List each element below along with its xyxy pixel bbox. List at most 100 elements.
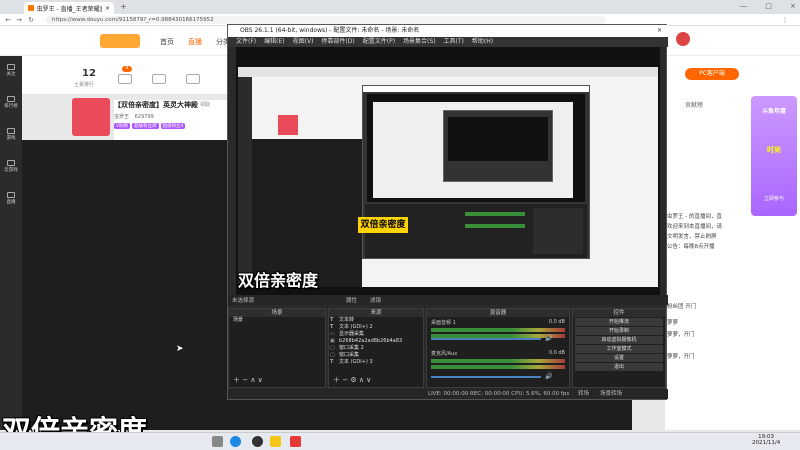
properties-button[interactable]: 属性	[346, 296, 357, 304]
forward-icon[interactable]: →	[14, 16, 24, 24]
nested-sidebar	[238, 77, 252, 287]
start-recording-button[interactable]: 开始录制	[575, 327, 663, 335]
mixer-channel-db: 0.0 dB	[548, 350, 565, 356]
virtual-camera-button[interactable]: 启动虚拟摄像机	[575, 336, 663, 344]
new-tab-button[interactable]: +	[120, 2, 127, 11]
edge-icon[interactable]	[230, 436, 241, 447]
audio-meter	[431, 359, 565, 363]
transition-value[interactable]: 场景转场	[600, 389, 622, 399]
close-window-icon[interactable]: ×	[790, 2, 796, 10]
tv-icon	[7, 192, 15, 198]
obs-menu-help[interactable]: 帮助(H)	[472, 38, 493, 45]
folder-icon[interactable]	[270, 436, 281, 447]
obs-menu-file[interactable]: 文件(F)	[236, 38, 256, 45]
volume-slider[interactable]	[431, 338, 541, 340]
level-badge: 4	[122, 66, 132, 72]
minimize-icon[interactable]: —	[740, 2, 747, 10]
left-sidebar: 关注 排行榜 游戏 云游戏 直播	[0, 56, 22, 430]
mouse-cursor-icon: ➤	[176, 344, 184, 354]
source-row[interactable]: ▭ 显示器采集	[329, 331, 423, 338]
task-view-icon[interactable]	[212, 436, 223, 447]
mixer-channel-name: 麦克风/Aux	[431, 351, 458, 357]
obs-menu-docks[interactable]: 停靠部件(D)	[321, 38, 354, 45]
source-row[interactable]: T 文本转	[329, 317, 423, 324]
scene-item[interactable]: 场景	[229, 317, 325, 324]
mixer-dock-header: 混音器	[427, 309, 569, 317]
sidebar-item-games[interactable]: 游戏	[0, 128, 22, 141]
fan-badge-2: 超级粉丝4	[160, 123, 186, 129]
image-source-icon: ▣	[330, 338, 335, 344]
browser-tab[interactable]: 虫罗王 - 直播_王者荣耀直播_斗鱼 ×	[24, 2, 114, 14]
wave-icon[interactable]	[152, 74, 166, 84]
obs-close-icon[interactable]: ×	[657, 25, 662, 37]
promo-banner[interactable]: 斗鱼年度 时尚 立即参与	[751, 96, 797, 216]
audio-meter	[431, 365, 565, 369]
obs-statusbar: LIVE: 00:00:00 REC: 00:00:00 CPU: 5.6%, …	[228, 389, 668, 399]
volume-slider[interactable]	[431, 376, 541, 378]
sources-dock-header: 来源	[329, 309, 423, 317]
user-avatar[interactable]	[676, 32, 690, 46]
window-controls: — □ ×	[740, 2, 796, 10]
studio-mode-button[interactable]: 工作室模式	[575, 345, 663, 353]
gamepad-icon	[7, 128, 15, 134]
sidebar-item-follow[interactable]: 关注	[0, 64, 22, 77]
streamer-name[interactable]: 虫罗王	[114, 114, 129, 120]
browser-tabbar: 虫罗王 - 直播_王者荣耀直播_斗鱼 × + — □ ×	[0, 0, 800, 14]
gift-icon[interactable]	[186, 74, 200, 84]
sidebar-item-rank[interactable]: 排行榜	[0, 96, 22, 109]
nav-home[interactable]: 首页	[160, 37, 174, 47]
source-add-icon[interactable]: ＋ − ⚙ ∧ ∨	[333, 375, 371, 385]
source-row[interactable]: ▢ 窗口采集	[329, 352, 423, 359]
speaker-icon[interactable]: 🔊	[545, 373, 552, 380]
menu-dots-icon[interactable]: ⋮	[780, 16, 790, 24]
claim-tag[interactable]: 领取	[200, 101, 210, 108]
obs-preview[interactable]: 双倍亲密度	[236, 47, 660, 295]
scene-add-icon[interactable]: ＋ − ∧ ∨	[233, 375, 263, 385]
speaker-icon[interactable]: 🔊	[545, 335, 552, 342]
obs-menu-profile[interactable]: 配置文件(P)	[363, 38, 395, 45]
url-field[interactable]: https://www.douyu.com/9115879?_r=0.98843…	[46, 16, 606, 24]
maximize-icon[interactable]: □	[765, 2, 772, 10]
nav-live[interactable]: 直播	[188, 37, 202, 47]
streamer-avatar[interactable]	[72, 98, 110, 136]
douyu-logo-icon[interactable]	[100, 34, 140, 48]
settings-button[interactable]: 设置	[575, 354, 663, 362]
obs-taskbar-icon[interactable]	[252, 436, 263, 447]
mixer-dock: 混音器 桌面音频 1 0.0 dB 🔊 麦克风/Aux 0.0 dB 🔊	[426, 308, 570, 388]
chat-line: 公告：每晚8点开播	[667, 244, 715, 250]
windows-taskbar: 19:03 2021/11/4	[0, 432, 800, 450]
exit-button[interactable]: 退出	[575, 363, 663, 371]
reload-icon[interactable]: ↻	[26, 16, 36, 24]
rank-value: 12	[82, 68, 96, 79]
obs-menu-tools[interactable]: 工具(T)	[444, 38, 464, 45]
obs-menu-view[interactable]: 视图(V)	[293, 38, 314, 45]
sidebar-item-cloud-game[interactable]: 云游戏	[0, 160, 22, 173]
nested-caption: 双倍亲密度	[358, 217, 408, 233]
text-source-icon: T	[330, 359, 334, 365]
audio-meter	[431, 328, 565, 332]
tab-close-icon[interactable]: ×	[105, 5, 110, 12]
heart-icon	[7, 64, 15, 70]
back-icon[interactable]: ←	[3, 16, 13, 24]
sidebar-label: 游戏	[6, 136, 16, 141]
obs-menu-scenes[interactable]: 场景集合(S)	[403, 38, 436, 45]
source-row[interactable]: T 文本 (GDI+) 2	[329, 324, 423, 331]
sidebar-item-live[interactable]: 直播	[0, 192, 22, 205]
chat-line: 萝萝，开门	[667, 354, 695, 360]
chat-line: 萝萝，开门	[667, 332, 695, 338]
filters-button[interactable]: 滤镜	[370, 296, 381, 304]
app-icon[interactable]	[290, 436, 301, 447]
pc-client-button[interactable]: PC客户端	[685, 68, 739, 80]
source-row[interactable]: T 文本 (GDI+) 3	[329, 359, 423, 366]
message-icon[interactable]	[118, 74, 132, 84]
source-row[interactable]: ▢ 窗口采集 2	[329, 345, 423, 352]
start-streaming-button[interactable]: 开始推流	[575, 318, 663, 326]
obs-menu-edit[interactable]: 编辑(E)	[264, 38, 284, 45]
source-row[interactable]: ▣ b268b42a2ad8b26b4a83	[329, 338, 423, 345]
obs-window: OBS 26.1.1 (64-bit, windows) - 配置文件: 未命名…	[227, 24, 668, 400]
source-label: 窗口采集 2	[339, 345, 364, 351]
window-source-icon: ▢	[330, 352, 335, 358]
source-label: 文本转	[339, 317, 355, 323]
nested-browser-capture: 双倍亲密度	[238, 67, 658, 287]
nested-2-browser	[373, 102, 573, 198]
